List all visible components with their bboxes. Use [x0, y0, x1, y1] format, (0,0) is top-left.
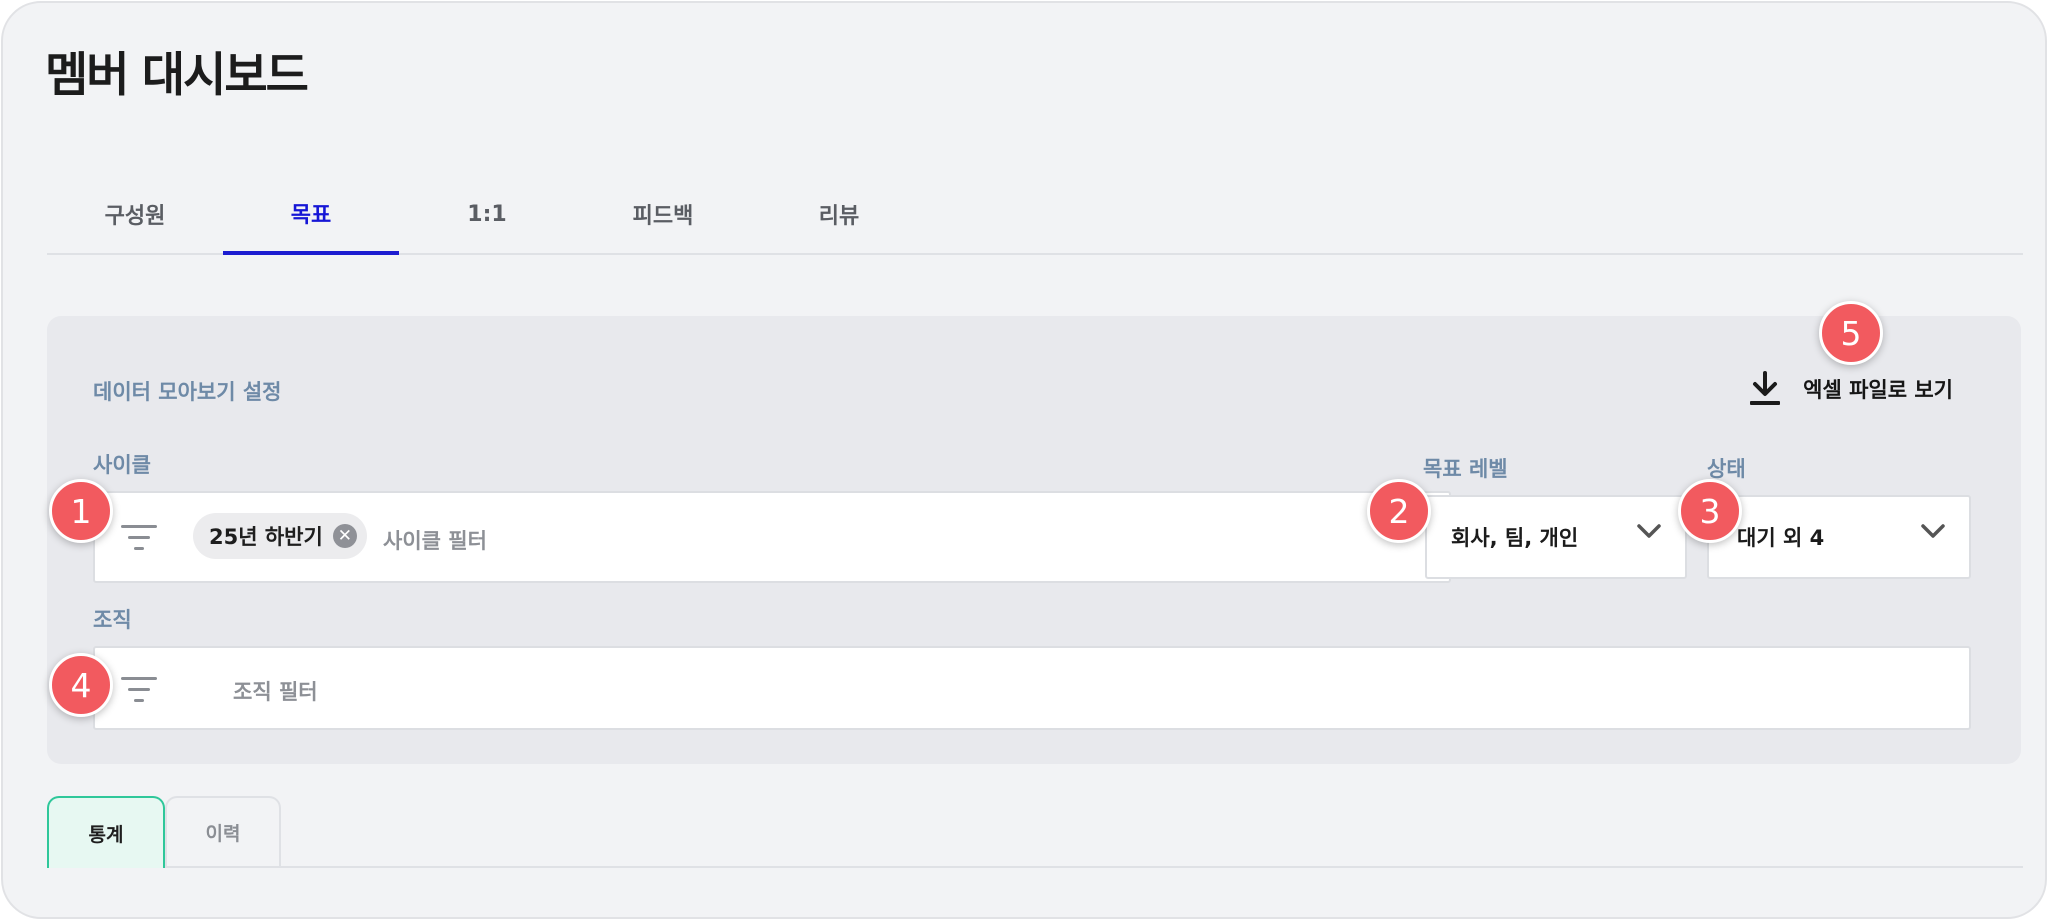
- page-title: 멤버 대시보드: [45, 48, 309, 103]
- app-window: 멤버 대시보드 구성원 목표 1:1 피드백 리뷰 데이터 모아보기 설정 엑셀…: [1, 1, 2047, 919]
- org-filter-input[interactable]: 조직 필터: [93, 646, 1971, 730]
- annotation-marker-1: 1: [49, 479, 113, 543]
- tab-members[interactable]: 구성원: [47, 175, 223, 253]
- data-settings-panel: 데이터 모아보기 설정 엑셀 파일로 보기 사이클 25년 하반기 ✕ 사이클 …: [47, 316, 2021, 764]
- org-filter-placeholder: 조직 필터: [233, 680, 318, 704]
- filter-icon: [121, 525, 157, 551]
- tab-history[interactable]: 이력: [165, 796, 281, 866]
- cycle-filter-input[interactable]: 25년 하반기 ✕ 사이클 필터: [93, 491, 1451, 583]
- status-value: 대기 외 4: [1737, 526, 1825, 550]
- tab-feedback[interactable]: 피드백: [575, 175, 751, 253]
- goal-level-label: 목표 레벨: [1423, 457, 1508, 481]
- cycle-label: 사이클: [93, 453, 151, 477]
- org-label: 조직: [93, 608, 132, 632]
- export-label: 엑셀 파일로 보기: [1803, 378, 1953, 402]
- annotation-marker-5: 5: [1819, 301, 1883, 365]
- filter-icon: [121, 677, 157, 703]
- cycle-chip: 25년 하반기 ✕: [193, 513, 367, 559]
- goal-level-value: 회사, 팀, 개인: [1451, 526, 1579, 550]
- export-excel-button[interactable]: 엑셀 파일로 보기: [1749, 366, 1953, 412]
- main-tabs: 구성원 목표 1:1 피드백 리뷰: [47, 175, 2023, 255]
- remove-chip-icon[interactable]: ✕: [332, 524, 357, 548]
- tab-statistics[interactable]: 통계: [47, 796, 165, 868]
- chevron-down-icon: [1637, 524, 1661, 538]
- annotation-marker-4: 4: [49, 653, 113, 717]
- tab-goals[interactable]: 목표: [223, 175, 399, 255]
- annotation-marker-3: 3: [1678, 479, 1742, 543]
- chevron-down-icon: [1921, 524, 1945, 538]
- download-icon: [1750, 371, 1781, 405]
- tab-review[interactable]: 리뷰: [751, 175, 927, 253]
- view-tabs: 통계 이력: [47, 796, 2023, 868]
- tab-one-on-one[interactable]: 1:1: [399, 175, 575, 253]
- cycle-chip-label: 25년 하반기: [209, 525, 323, 549]
- status-select[interactable]: 대기 외 4: [1707, 495, 1971, 579]
- annotation-marker-2: 2: [1367, 479, 1431, 543]
- goal-level-select[interactable]: 회사, 팀, 개인: [1425, 495, 1687, 579]
- panel-title: 데이터 모아보기 설정: [93, 380, 282, 404]
- cycle-filter-placeholder: 사이클 필터: [383, 529, 487, 553]
